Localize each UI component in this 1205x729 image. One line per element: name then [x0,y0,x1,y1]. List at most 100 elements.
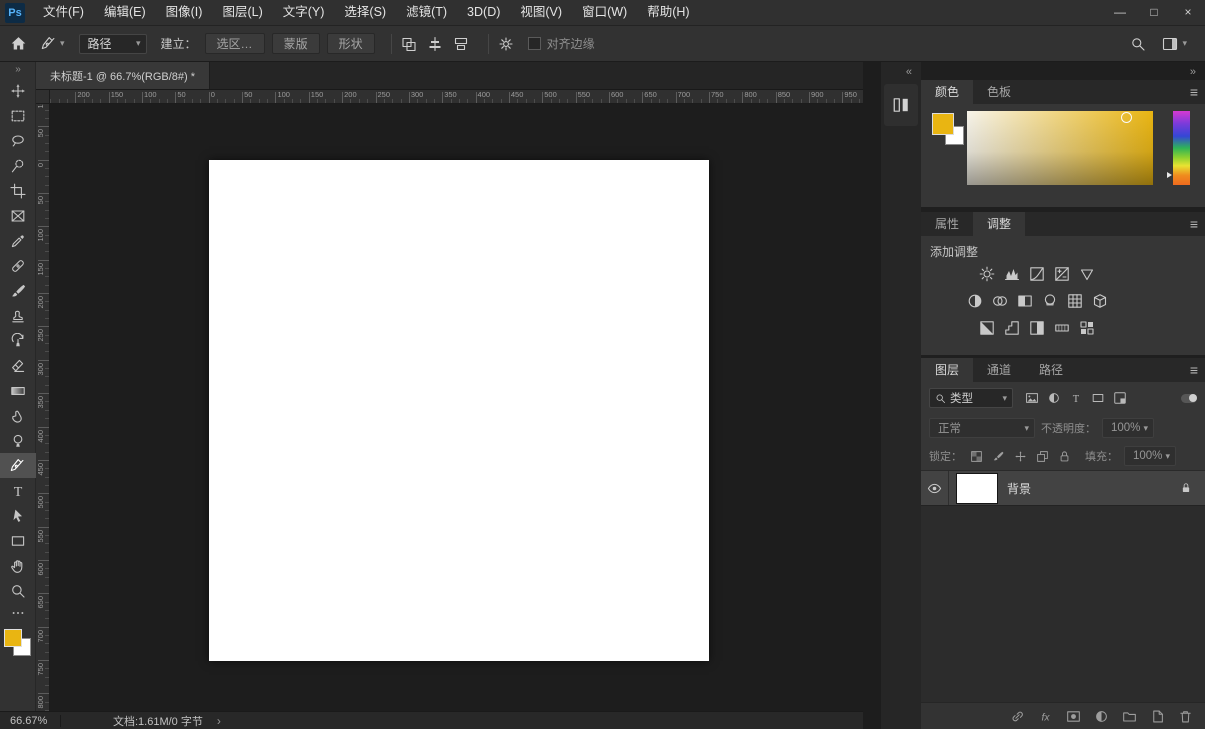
invert-icon[interactable] [978,319,996,337]
lock-pixels-icon[interactable] [990,448,1007,464]
smudge-tool[interactable] [0,403,36,428]
new-group-icon[interactable] [1122,709,1137,724]
filter-type-layers-icon[interactable]: T [1067,389,1085,407]
threshold-icon[interactable] [1028,319,1046,337]
make-button[interactable]: 选区… [204,33,265,54]
menubar-item[interactable]: 选择(S) [334,0,396,25]
menubar-item[interactable]: 帮助(H) [637,0,699,25]
panel-menu-icon[interactable]: ≡ [1190,212,1198,236]
layer-thumbnail[interactable] [956,472,998,504]
path-operations-icon[interactable] [401,36,417,52]
workspace-switcher[interactable]: ▾ [1162,36,1187,52]
make-button[interactable]: 蒙版 [271,33,320,54]
levels-icon[interactable] [1003,265,1021,283]
color-lookup-icon[interactable] [1091,292,1109,310]
panel-tab[interactable]: 调整 [973,212,1026,236]
maximize-button[interactable]: □ [1137,0,1171,25]
panel-menu-icon[interactable]: ≡ [1190,358,1198,382]
lasso-tool[interactable] [0,128,36,153]
tool-mode-select[interactable]: 路径 ▾ [78,33,147,54]
path-alignment-icon[interactable] [427,36,443,52]
collapsed-panel-button[interactable] [884,84,918,126]
document-canvas[interactable] [209,160,709,661]
filter-adjustment-layers-icon[interactable] [1045,389,1063,407]
new-adjustment-layer-icon[interactable] [1094,709,1109,724]
frame-tool[interactable] [0,203,36,228]
edit-toolbar-icon[interactable] [0,605,35,621]
curves-icon[interactable] [1028,265,1046,283]
rectangular-marquee-tool[interactable] [0,103,36,128]
layer-filter-select[interactable]: 类型 ▾ [929,388,1013,408]
quick-selection-tool[interactable] [0,153,36,178]
horizontal-ruler[interactable]: 0 200 150 100 500 50 100 150 200 250 300 350 400 450 5… [50,90,863,104]
eyedropper-tool[interactable] [0,228,36,253]
brush-tool[interactable] [0,278,36,303]
filter-shape-layers-icon[interactable] [1089,389,1107,407]
color-picker-marker[interactable] [1121,112,1132,123]
history-brush-tool[interactable] [0,328,36,353]
hand-tool[interactable] [0,553,36,578]
lock-transparency-icon[interactable] [968,448,985,464]
document-tab[interactable]: 未标题-1 @ 66.7%(RGB/8#) * [36,62,211,89]
lock-position-icon[interactable] [1012,448,1029,464]
color-spectrum[interactable] [967,111,1153,185]
foreground-color-swatch[interactable] [4,629,22,647]
search-icon[interactable] [1130,36,1146,52]
zoom-tool[interactable] [0,578,36,603]
crop-tool[interactable] [0,178,36,203]
posterize-icon[interactable] [1003,319,1021,337]
type-tool[interactable]: T [0,478,36,503]
panel-tab[interactable]: 属性 [921,212,973,236]
hue-slider[interactable] [1167,111,1190,185]
channel-mixer-icon[interactable] [1066,292,1084,310]
path-arrangement-icon[interactable] [453,36,469,52]
gear-icon[interactable] [498,36,514,52]
fill-input[interactable]: 100% ▾ [1124,446,1176,466]
toolbar-collapse-chevron[interactable]: » [0,62,35,78]
hue-slider-marker[interactable] [1167,172,1172,178]
panel-menu-icon[interactable]: ≡ [1190,80,1198,104]
panel-tab[interactable]: 路径 [1025,358,1077,382]
layer-visibility-toggle[interactable] [921,471,949,505]
panel-tab[interactable]: 颜色 [921,80,974,104]
checkbox[interactable] [527,37,541,50]
layer-style-icon[interactable]: fx [1038,709,1053,724]
opacity-input[interactable]: 100% ▾ [1102,418,1154,438]
menubar-item[interactable]: 编辑(E) [94,0,156,25]
tool-preset-button[interactable]: ▾ [37,34,69,54]
photo-filter-icon[interactable] [1041,292,1059,310]
expand-panels-chevron[interactable]: « [906,66,912,78]
selective-color-icon[interactable] [1078,319,1096,337]
lock-artboard-icon[interactable] [1034,448,1051,464]
layer-filter-toggle[interactable] [1181,393,1197,403]
menubar-item[interactable]: 视图(V) [510,0,572,25]
collapse-panels-chevron[interactable]: » [1190,66,1196,78]
brightness-contrast-icon[interactable] [978,265,996,283]
filter-pixel-layers-icon[interactable] [1023,389,1041,407]
foreground-color-swatch[interactable] [932,113,954,135]
app-logo[interactable]: Ps [5,2,25,23]
hue-saturation-icon[interactable] [966,292,984,310]
clone-stamp-tool[interactable] [0,303,36,328]
menubar-item[interactable]: 文件(F) [33,0,94,25]
align-edges-checkbox[interactable]: 对齐边缘 [527,35,595,52]
menubar-item[interactable]: 图层(L) [212,0,272,25]
home-icon[interactable] [10,35,27,52]
lock-all-icon[interactable] [1056,448,1073,464]
filter-smart-objects-icon[interactable] [1111,389,1129,407]
menubar-item[interactable]: 3D(D) [457,0,510,25]
move-tool[interactable] [0,78,36,103]
path-selection-tool[interactable] [0,503,36,528]
ruler-corner[interactable] [36,90,50,104]
black-white-icon[interactable] [1016,292,1034,310]
layer-row[interactable]: 背景 [921,471,1205,506]
close-button[interactable]: × [1171,0,1205,25]
dodge-tool[interactable] [0,428,36,453]
gradient-tool[interactable] [0,378,36,403]
vertical-ruler[interactable]: 1005005010015020025030035040045050055060… [36,104,50,711]
delete-layer-icon[interactable] [1178,709,1193,724]
gradient-map-icon[interactable] [1053,319,1071,337]
blend-mode-select[interactable]: 正常 ▾ [929,418,1035,438]
pen-tool[interactable] [0,453,36,478]
zoom-level[interactable]: 66.67% [0,715,60,727]
